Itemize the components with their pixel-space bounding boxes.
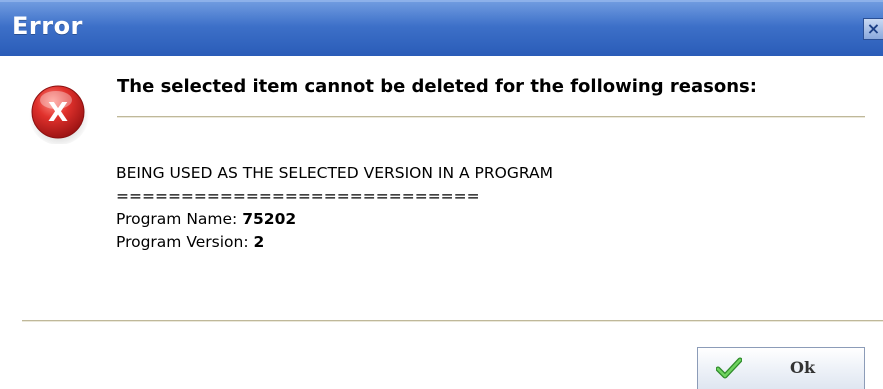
close-icon[interactable]: × xyxy=(863,18,883,40)
dialog-title: Error xyxy=(12,12,83,40)
title-bar[interactable]: Error × xyxy=(0,0,883,56)
error-heading: The selected item cannot be deleted for … xyxy=(117,76,757,97)
program-name-row: Program Name: 75202 xyxy=(116,208,553,231)
footer-divider xyxy=(22,320,883,322)
error-details: BEING USED AS THE SELECTED VERSION IN A … xyxy=(116,162,553,254)
program-version-row: Program Version: 2 xyxy=(116,231,553,254)
program-name-value: 75202 xyxy=(242,210,297,228)
error-icon-glyph: X xyxy=(48,98,68,128)
heading-divider xyxy=(117,116,865,118)
separator-text: ============================ xyxy=(116,187,480,205)
ok-button[interactable]: Ok xyxy=(697,347,865,389)
checkmark-icon xyxy=(716,357,742,379)
program-name-label: Program Name: xyxy=(116,210,238,228)
program-version-label: Program Version: xyxy=(116,233,249,251)
error-dialog: Error × X The selected item cannot be de… xyxy=(0,0,883,389)
reason-text: BEING USED AS THE SELECTED VERSION IN A … xyxy=(116,164,553,182)
program-version-value: 2 xyxy=(253,233,265,251)
error-icon: X xyxy=(29,85,89,144)
ok-button-label: Ok xyxy=(790,358,816,377)
